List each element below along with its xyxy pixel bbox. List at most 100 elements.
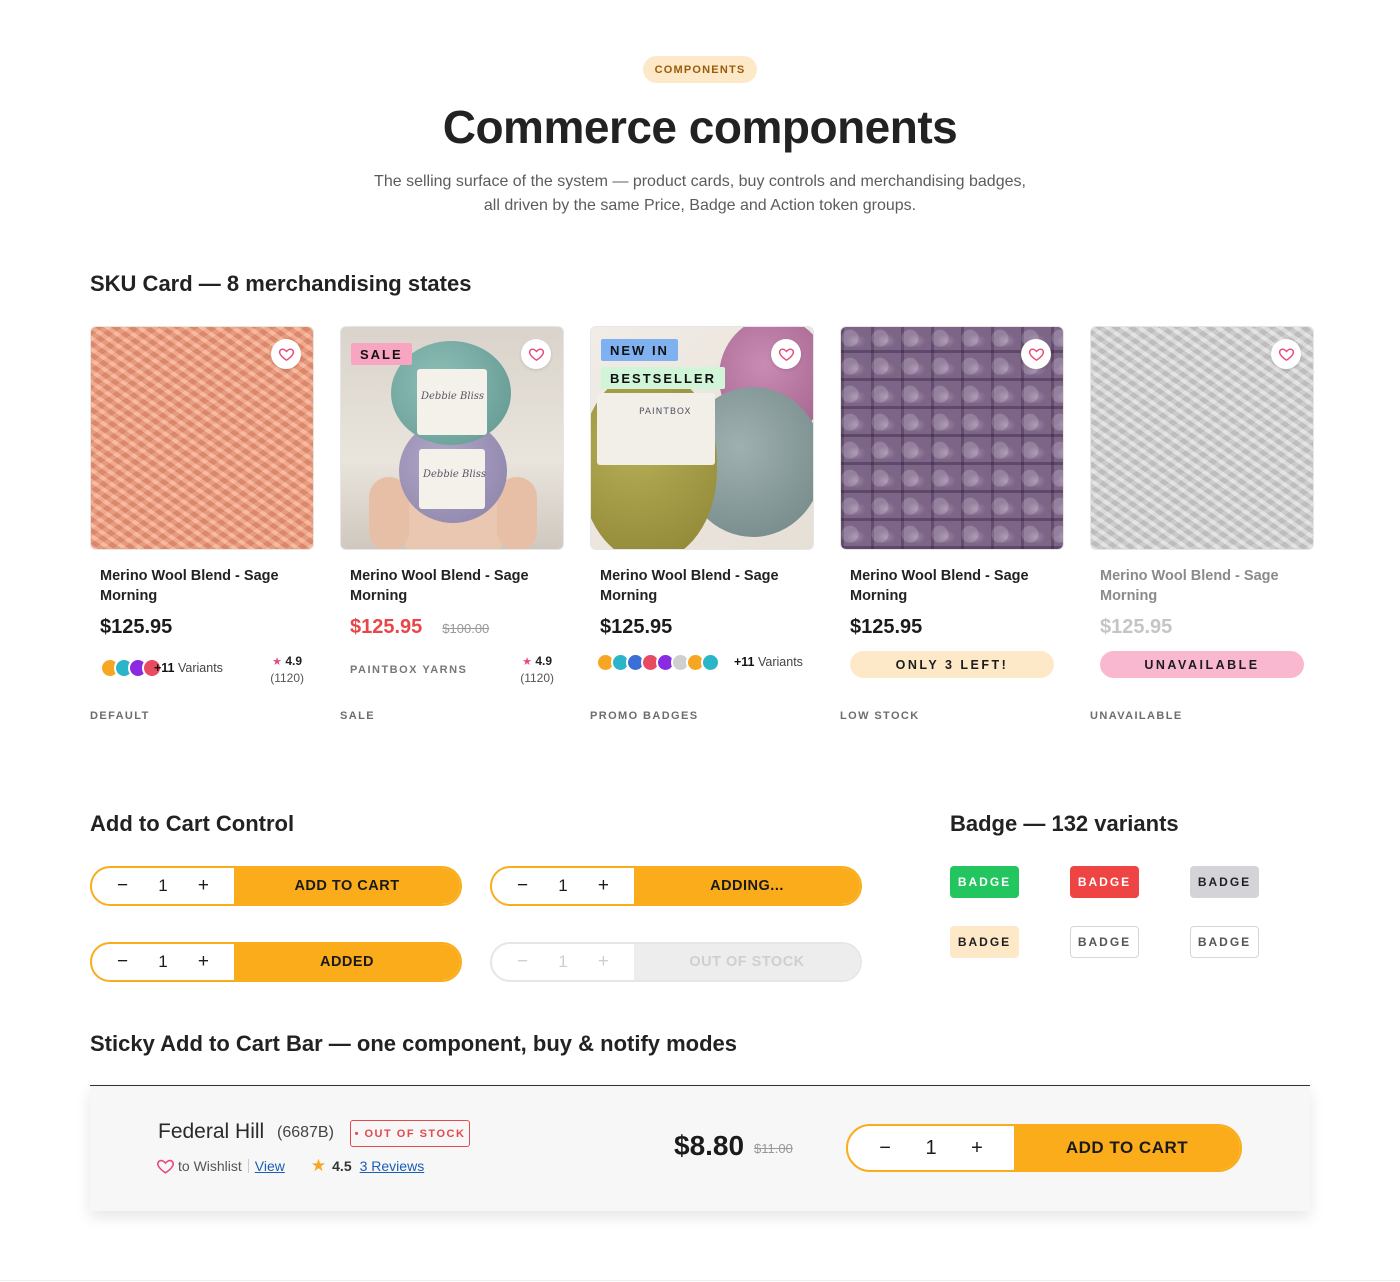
review-count: (1120) (520, 671, 554, 685)
added-button[interactable]: ADDED (234, 944, 460, 980)
decrement-button: − (517, 951, 529, 972)
decrement-button[interactable]: − (879, 1137, 891, 1160)
color-swatches[interactable] (100, 658, 162, 678)
view-wishlist-link[interactable]: View (255, 1158, 285, 1174)
divider (0, 1280, 1400, 1281)
badge-warning: BADGE (950, 926, 1019, 958)
sku-card-unavailable[interactable]: Merino Wool Blend - Sage Morning $125.95… (1090, 326, 1314, 689)
color-swatch[interactable] (701, 653, 720, 672)
product-image[interactable] (840, 326, 1064, 550)
sku-card-sale[interactable]: Debbie Bliss Debbie Bliss SALE Merino Wo… (340, 326, 564, 689)
quantity-value: 1 (558, 952, 568, 971)
decrement-button[interactable]: − (117, 875, 128, 897)
increment-button[interactable]: + (598, 875, 609, 897)
wishlist-heart-icon[interactable] (1271, 339, 1301, 369)
wishlist-heart-icon[interactable] (771, 339, 801, 369)
add-to-cart-button[interactable]: ADD TO CART (234, 868, 460, 904)
sticky-product-sku: (6687B) (277, 1124, 334, 1141)
increment-button[interactable]: + (198, 875, 209, 897)
sticky-rating: 4.5 (332, 1158, 352, 1174)
state-label-unavailable: UNAVAILABLE (1090, 710, 1183, 722)
sticky-add-to-cart-button[interactable]: ADD TO CART (1014, 1126, 1240, 1170)
sku-card-promo[interactable]: PAINTBOX NEW IN BESTSELLER Merino Wool B… (590, 326, 814, 689)
product-image[interactable]: Debbie Bliss Debbie Bliss SALE (340, 326, 564, 550)
page-subtitle: The selling surface of the system — prod… (350, 170, 1050, 218)
product-name[interactable]: Merino Wool Blend - Sage Morning (1100, 566, 1304, 606)
quantity-stepper[interactable]: − 1 + (92, 868, 234, 904)
badge-neutral: BADGE (1190, 866, 1259, 898)
sale-price: $125.95 (350, 616, 423, 638)
add-to-cart-control-added[interactable]: − 1 + ADDED (90, 942, 462, 982)
quantity-stepper[interactable]: − 1 + (492, 868, 634, 904)
subtitle-line-2: all driven by the same Price, Badge and … (483, 197, 917, 214)
sticky-old-price: $11.00 (754, 1141, 793, 1156)
atc-section-title: Add to Cart Control (90, 811, 295, 836)
sku-card-low-stock[interactable]: Merino Wool Blend - Sage Morning $125.95… (840, 326, 1064, 689)
state-label-promo: PROMO BADGES (590, 710, 699, 722)
product-image[interactable] (90, 326, 314, 550)
reviews-link[interactable]: 3 Reviews (360, 1158, 425, 1174)
product-rating: ★ 4.9 (1120) (520, 654, 554, 685)
product-price: $125.95 (600, 616, 673, 638)
product-image[interactable] (1090, 326, 1314, 550)
product-name[interactable]: Merino Wool Blend - Sage Morning (350, 566, 554, 606)
star-icon: ★ (522, 656, 533, 668)
sticky-price: $8.80 (674, 1130, 745, 1161)
quantity-stepper[interactable]: − 1 + (92, 944, 234, 980)
product-price: $125.95 (100, 616, 173, 638)
wishlist-heart-icon[interactable] (1021, 339, 1051, 369)
add-to-cart-control[interactable]: − 1 + ADD TO CART (90, 866, 462, 906)
color-swatches[interactable] (596, 653, 720, 672)
add-to-wishlist-link[interactable]: to Wishlist (178, 1158, 242, 1174)
sticky-section-title: Sticky Add to Cart Bar — one component, … (90, 1031, 738, 1056)
decrement-button[interactable]: − (117, 951, 128, 973)
sku-card-default[interactable]: Merino Wool Blend - Sage Morning $125.95… (90, 326, 314, 689)
product-price: $125.95 (850, 616, 923, 638)
badge-success: BADGE (950, 866, 1019, 898)
wishlist-heart-icon[interactable] (521, 339, 551, 369)
quantity-value[interactable]: 1 (925, 1137, 936, 1160)
quantity-stepper: − 1 + (492, 944, 634, 980)
decrement-button[interactable]: − (517, 875, 528, 897)
bestseller-tag: BESTSELLER (601, 367, 725, 389)
page-title: Commerce components (442, 101, 958, 153)
sticky-add-to-cart-control[interactable]: − 1 + ADD TO CART (846, 1124, 1242, 1172)
increment-button: + (597, 951, 609, 972)
quantity-stepper[interactable]: − 1 + (848, 1126, 1014, 1170)
product-image[interactable]: PAINTBOX NEW IN BESTSELLER (590, 326, 814, 550)
sale-tag: SALE (351, 343, 412, 365)
state-label-low-stock: LOW STOCK (840, 710, 920, 722)
separator (247, 1159, 249, 1173)
original-price: $100.00 (442, 621, 490, 636)
heart-icon[interactable] (156, 1157, 175, 1176)
out-of-stock-button: OUT OF STOCK (634, 944, 860, 980)
variants-count: +11 Variants (734, 655, 803, 669)
low-stock-pill: ONLY 3 LEFT! (850, 651, 1054, 678)
product-name[interactable]: Merino Wool Blend - Sage Morning (100, 566, 304, 606)
add-to-cart-control-adding[interactable]: − 1 + ADDING... (490, 866, 862, 906)
adding-button[interactable]: ADDING... (634, 868, 860, 904)
quantity-value[interactable]: 1 (158, 952, 167, 972)
badge-section-title: Badge — 132 variants (950, 811, 1179, 836)
sku-section-title: SKU Card — 8 merchandising states (90, 271, 472, 296)
new-in-tag: NEW IN (601, 339, 678, 361)
unavailable-pill: UNAVAILABLE (1100, 651, 1304, 678)
sticky-add-to-cart-bar: Federal Hill (6687B) • OUT OF STOCK to W… (90, 1086, 1310, 1211)
subtitle-line-1: The selling surface of the system — prod… (374, 173, 1026, 190)
product-price: $125.95 (1100, 616, 1173, 638)
state-label-default: DEFAULT (90, 710, 150, 722)
wishlist-heart-icon[interactable] (271, 339, 301, 369)
increment-button[interactable]: + (198, 951, 209, 973)
out-of-stock-badge: • OUT OF STOCK (350, 1120, 470, 1147)
badge-outline: BADGE (1070, 926, 1139, 958)
quantity-value[interactable]: 1 (158, 876, 167, 896)
badge-danger: BADGE (1070, 866, 1139, 898)
product-name[interactable]: Merino Wool Blend - Sage Morning (850, 566, 1054, 606)
product-name[interactable]: Merino Wool Blend - Sage Morning (600, 566, 804, 606)
badge-outline: BADGE (1190, 926, 1259, 958)
increment-button[interactable]: + (971, 1137, 983, 1160)
product-rating: ★ 4.9 (1120) (270, 654, 304, 685)
quantity-value[interactable]: 1 (558, 876, 567, 896)
star-icon: ★ (272, 656, 283, 668)
brand-name[interactable]: PAINTBOX YARNS (350, 664, 467, 676)
